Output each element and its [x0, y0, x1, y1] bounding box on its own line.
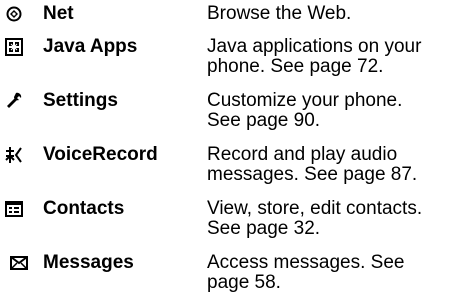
voice-record-icon — [5, 146, 23, 164]
menu-desc-contacts: View, store, edit contacts. See page 32. — [207, 199, 470, 239]
menu-desc-line: See page 32. — [207, 218, 321, 239]
menu-name-contacts: Contacts — [43, 198, 125, 219]
contacts-icon — [5, 200, 23, 218]
menu-desc-voicerecord: Record and play audio messages. See page… — [207, 145, 470, 185]
menu-desc-line: Customize your phone. — [207, 90, 403, 111]
menu-desc-line: messages. See page 87. — [207, 164, 418, 185]
menu-desc-line: Record and play audio — [207, 144, 398, 165]
menu-desc-line: phone. See page 72. — [207, 56, 384, 77]
wrench-icon — [5, 92, 23, 110]
menu-desc-java-apps: Java applications on your phone. See pag… — [207, 37, 470, 77]
menu-desc-line: page 58. — [207, 272, 281, 293]
menu-desc-line: Access messages. See — [207, 252, 405, 273]
net-icon — [5, 5, 23, 23]
menu-desc-line: Java applications on your — [207, 36, 422, 57]
menu-desc-messages: Access messages. See page 58. — [207, 253, 470, 293]
menu-name-java-apps: Java Apps — [43, 36, 138, 57]
menu-desc-line: Browse the Web. — [207, 3, 352, 24]
menu-desc-line: See page 90. — [207, 110, 321, 131]
menu-name-settings: Settings — [43, 90, 118, 111]
menu-name-voicerecord: VoiceRecord — [43, 144, 158, 165]
java-apps-icon — [5, 38, 23, 56]
menu-name-net: Net — [43, 3, 74, 24]
menu-desc-net: Browse the Web. — [207, 4, 470, 24]
menu-desc-settings: Customize your phone. See page 90. — [207, 91, 470, 131]
envelope-icon — [10, 254, 28, 272]
menu-desc-line: View, store, edit contacts. — [207, 198, 423, 219]
menu-name-messages: Messages — [43, 252, 134, 273]
